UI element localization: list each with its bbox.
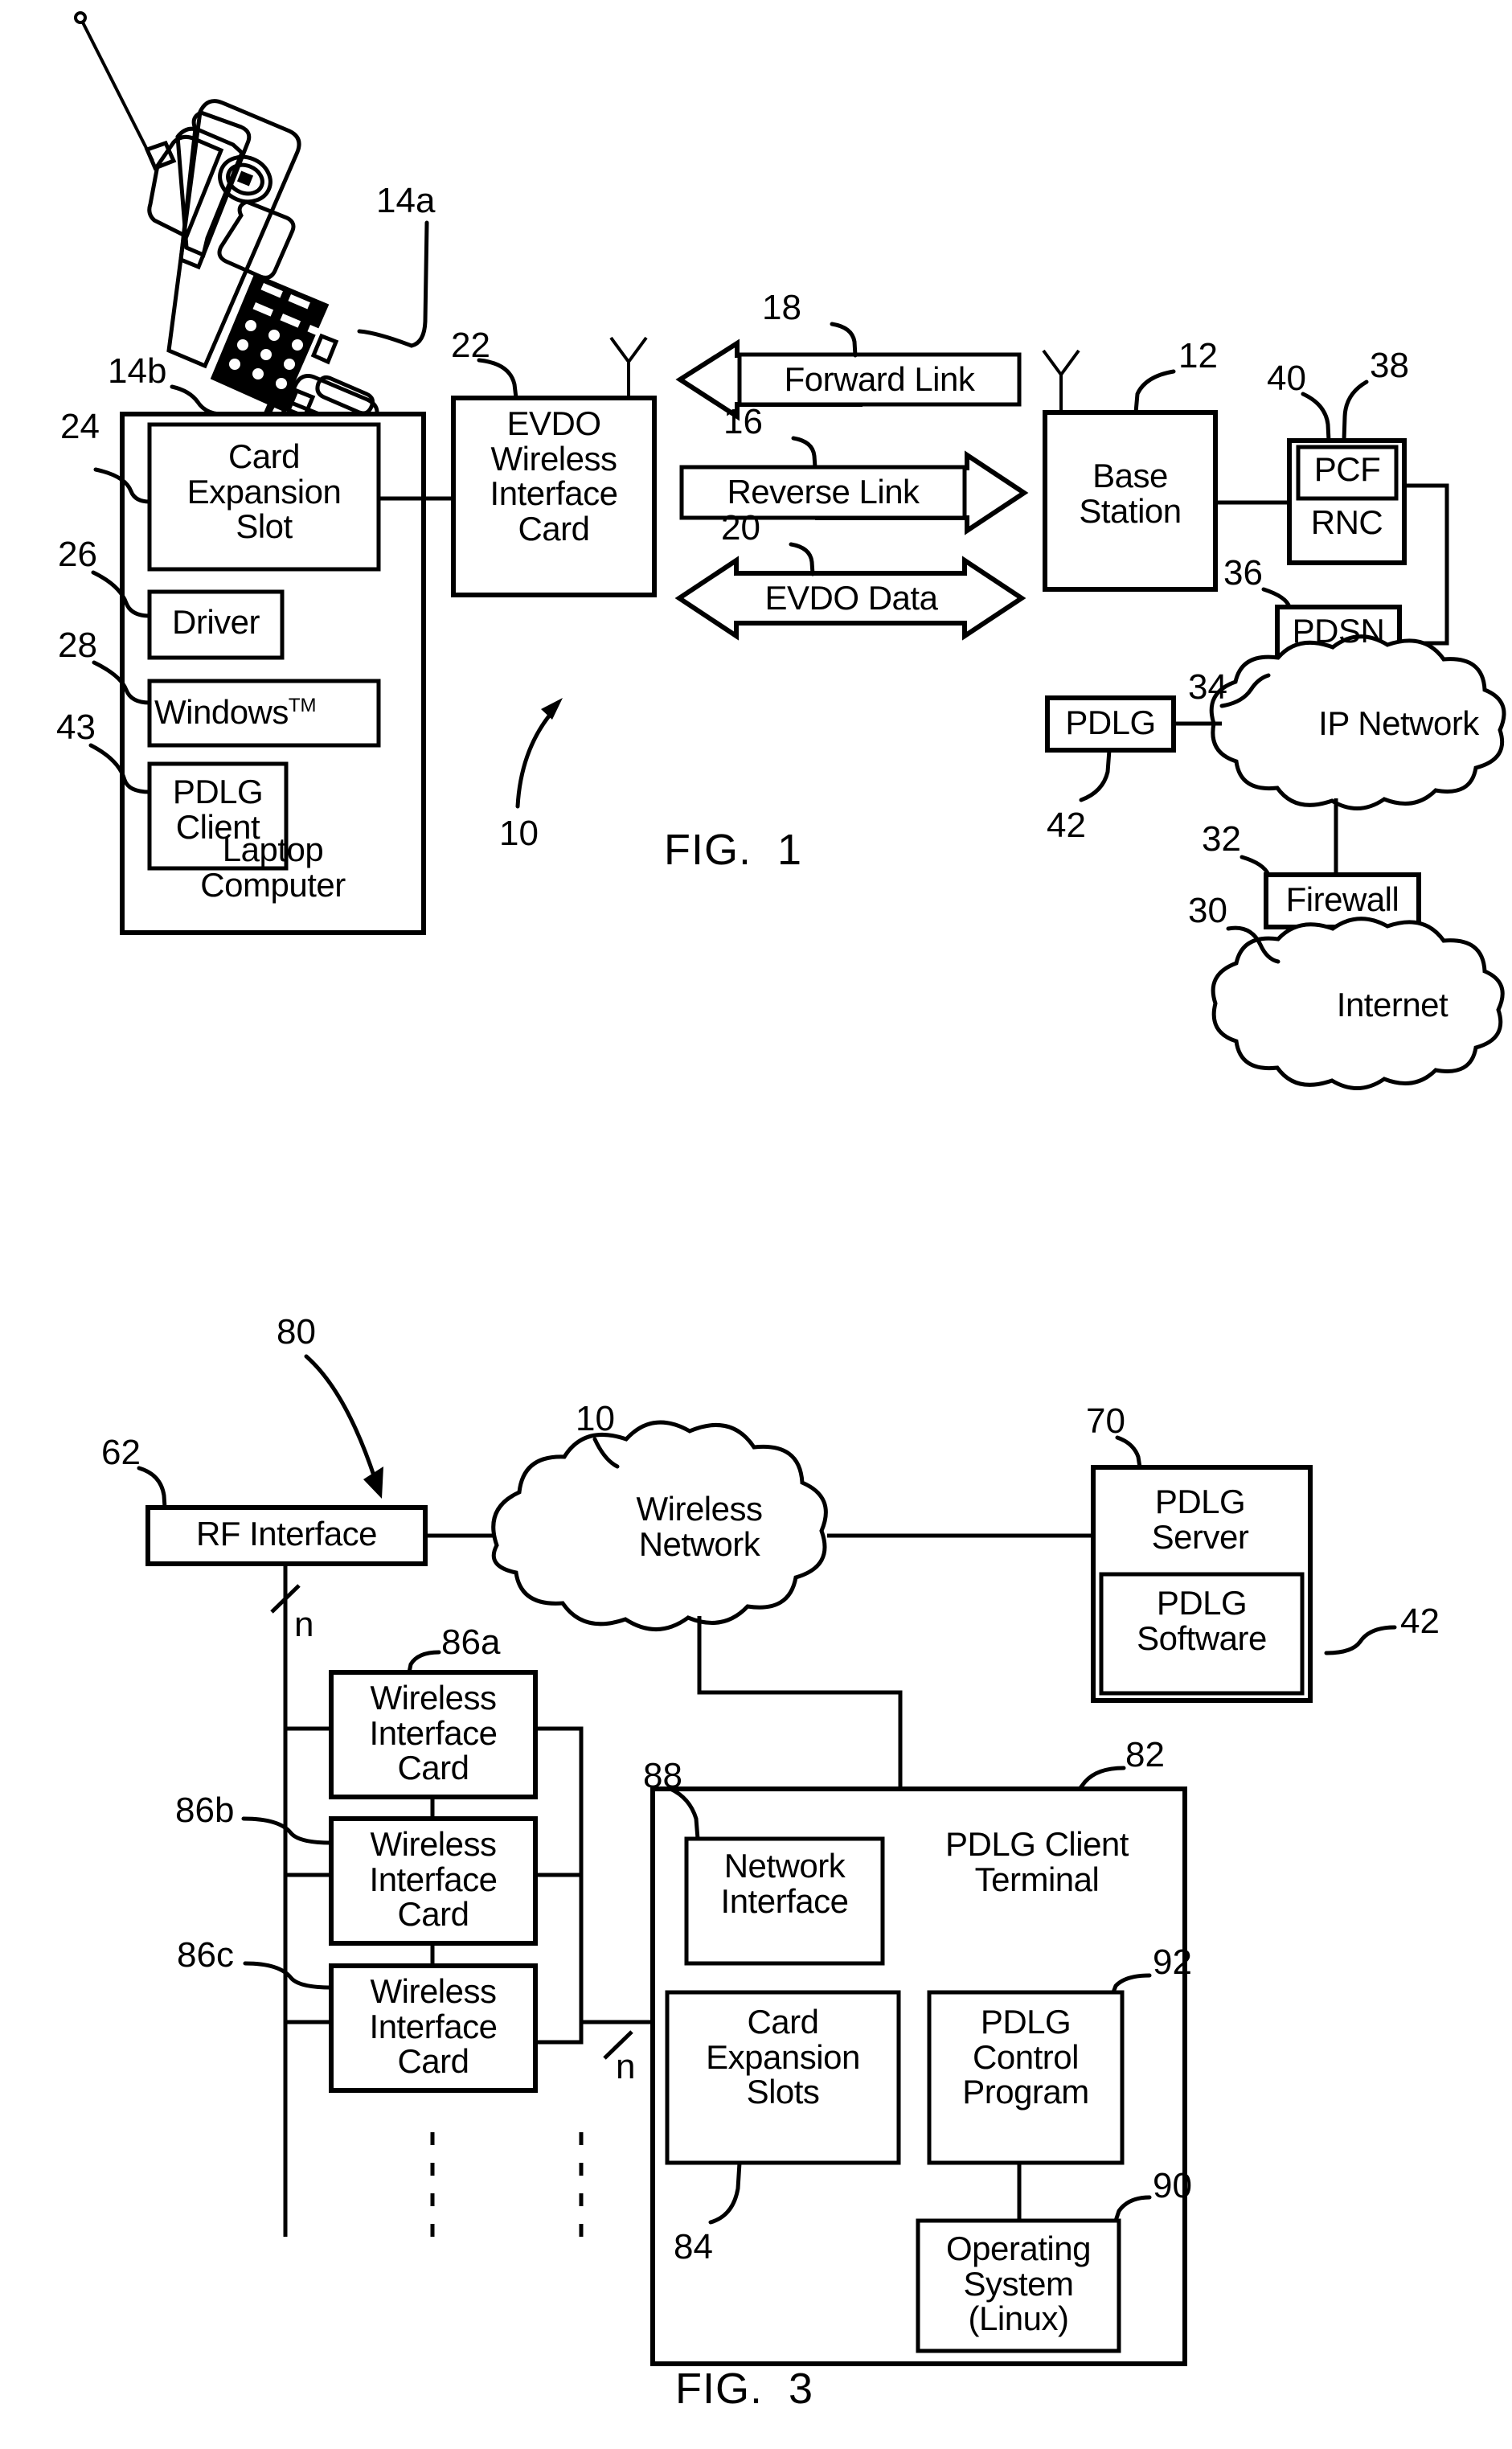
leader-12 [1133, 369, 1176, 415]
leader-40 [1301, 392, 1331, 443]
internet-label: Internet [1336, 986, 1448, 1023]
leader-32 [1240, 855, 1271, 877]
ref-22: 22 [451, 326, 490, 365]
ref-42-fig3: 42 [1400, 1602, 1440, 1641]
ref-88: 88 [643, 1756, 682, 1795]
leader-36 [1261, 587, 1292, 609]
leader-62 [137, 1466, 167, 1510]
network-interface-label: Network Interface [720, 1847, 849, 1920]
base-station-antenna-icon [1042, 349, 1080, 412]
card-expansion-slot-label: Card Expansion Slot [186, 437, 342, 546]
leader-82 [1077, 1766, 1126, 1791]
windows-label: WindowsTM [154, 695, 375, 730]
ref-28: 28 [58, 626, 97, 665]
rf-interface-label: RF Interface [195, 1515, 378, 1553]
leader-14a [357, 329, 414, 348]
leader-38 [1342, 379, 1369, 443]
wireless-interface-card-b-label: Wireless Interface Card [369, 1825, 498, 1934]
ref-90: 90 [1153, 2166, 1192, 2205]
ref-84: 84 [674, 2227, 713, 2266]
ref-12: 12 [1178, 336, 1218, 375]
ref-10-fig3: 10 [576, 1399, 615, 1438]
firewall-label: Firewall [1285, 880, 1399, 918]
ref-10-fig1: 10 [499, 814, 539, 853]
conn-wnet-to-terminal [697, 1616, 903, 1789]
leader-16 [791, 436, 817, 470]
ref-36: 36 [1223, 553, 1263, 593]
base-station-label: Base Station [1079, 457, 1182, 530]
leader-14b [170, 384, 224, 416]
card-expansion-slots-label: Card Expansion Slots [706, 2003, 860, 2111]
ref-86c: 86c [177, 1935, 234, 1975]
windows-text: Windows [154, 693, 289, 731]
wireless-interface-card-c-label: Wireless Interface Card [369, 1972, 498, 2081]
bus-label-n-2: n [616, 2047, 636, 2086]
ref-92: 92 [1153, 1942, 1192, 1982]
trademark-mark: TM [288, 695, 317, 716]
ref-14b: 14b [108, 351, 167, 391]
ref-82: 82 [1125, 1735, 1165, 1774]
wireless-network-label: Wireless Network [636, 1490, 763, 1563]
ref-62: 62 [101, 1433, 141, 1472]
ref-16: 16 [723, 402, 763, 441]
pdlg-label-fig1: PDLG [1065, 704, 1156, 741]
ref-34: 34 [1188, 667, 1227, 707]
ref-43: 43 [56, 708, 96, 747]
ref-24: 24 [60, 407, 100, 446]
leader-42-fig3 [1324, 1625, 1397, 1655]
reverse-link-label: Reverse Link [727, 473, 920, 511]
ref-70: 70 [1086, 1401, 1125, 1441]
ip-network-label: IP Network [1318, 704, 1479, 742]
ref-20: 20 [721, 508, 760, 548]
evdo-antenna-icon [609, 336, 648, 398]
wireless-interface-card-a-label: Wireless Interface Card [369, 1679, 498, 1787]
system-10-arrow-fig1 [515, 698, 563, 809]
leader-18 [830, 322, 858, 358]
ref-40: 40 [1267, 359, 1306, 398]
leader-70 [1115, 1435, 1142, 1470]
ref-18: 18 [762, 288, 801, 327]
rnc-label: RNC [1310, 503, 1383, 541]
leader-42-fig1 [1079, 748, 1112, 802]
ref-86a: 86a [441, 1622, 501, 1662]
fig1-caption: FIG. 1 [664, 826, 803, 874]
pdlg-control-program-label: PDLG Control Program [962, 2003, 1089, 2111]
evdo-wireless-interface-card-label: EVDO Wireless Interface Card [490, 404, 618, 548]
operating-system-label: Operating System (Linux) [946, 2230, 1091, 2338]
pdlg-server-label: PDLG Server [1151, 1483, 1249, 1556]
driver-label: Driver [172, 603, 260, 641]
pcf-label: PCF [1313, 450, 1381, 488]
conn-cards-right-rail [535, 1726, 584, 2045]
ref-86b: 86b [175, 1791, 235, 1830]
fig3-caption: FIG. 3 [675, 2365, 814, 2413]
ref-26: 26 [58, 535, 97, 574]
evdo-data-label: EVDO Data [764, 579, 938, 617]
pdlg-client-terminal-label: PDLG Client Terminal [945, 1825, 1129, 1898]
pdlg-software-label: PDLG Software [1137, 1584, 1267, 1657]
patent-drawing-sheet: .ln { fill:none; stroke:#000; stroke-wid… [0, 0, 1512, 2449]
leader-22 [477, 358, 518, 400]
leader-86a [407, 1650, 441, 1675]
leader-14a-stem [409, 220, 429, 348]
ref-38: 38 [1370, 346, 1409, 385]
ref-42-fig1: 42 [1047, 806, 1086, 845]
laptop-computer-label: Laptop Computer [200, 831, 346, 904]
leader-86c [243, 1961, 334, 1990]
leader-20 [789, 542, 815, 576]
pdsn-label: PDSN [1292, 612, 1385, 650]
ref-14a: 14a [376, 181, 436, 220]
bus-label-n-1: n [294, 1605, 314, 1644]
ref-30: 30 [1188, 891, 1227, 930]
ref-80: 80 [277, 1312, 316, 1352]
forward-link-label: Forward Link [784, 360, 975, 398]
system-80-arrow-fig3 [304, 1354, 383, 1499]
ref-32: 32 [1202, 819, 1241, 859]
